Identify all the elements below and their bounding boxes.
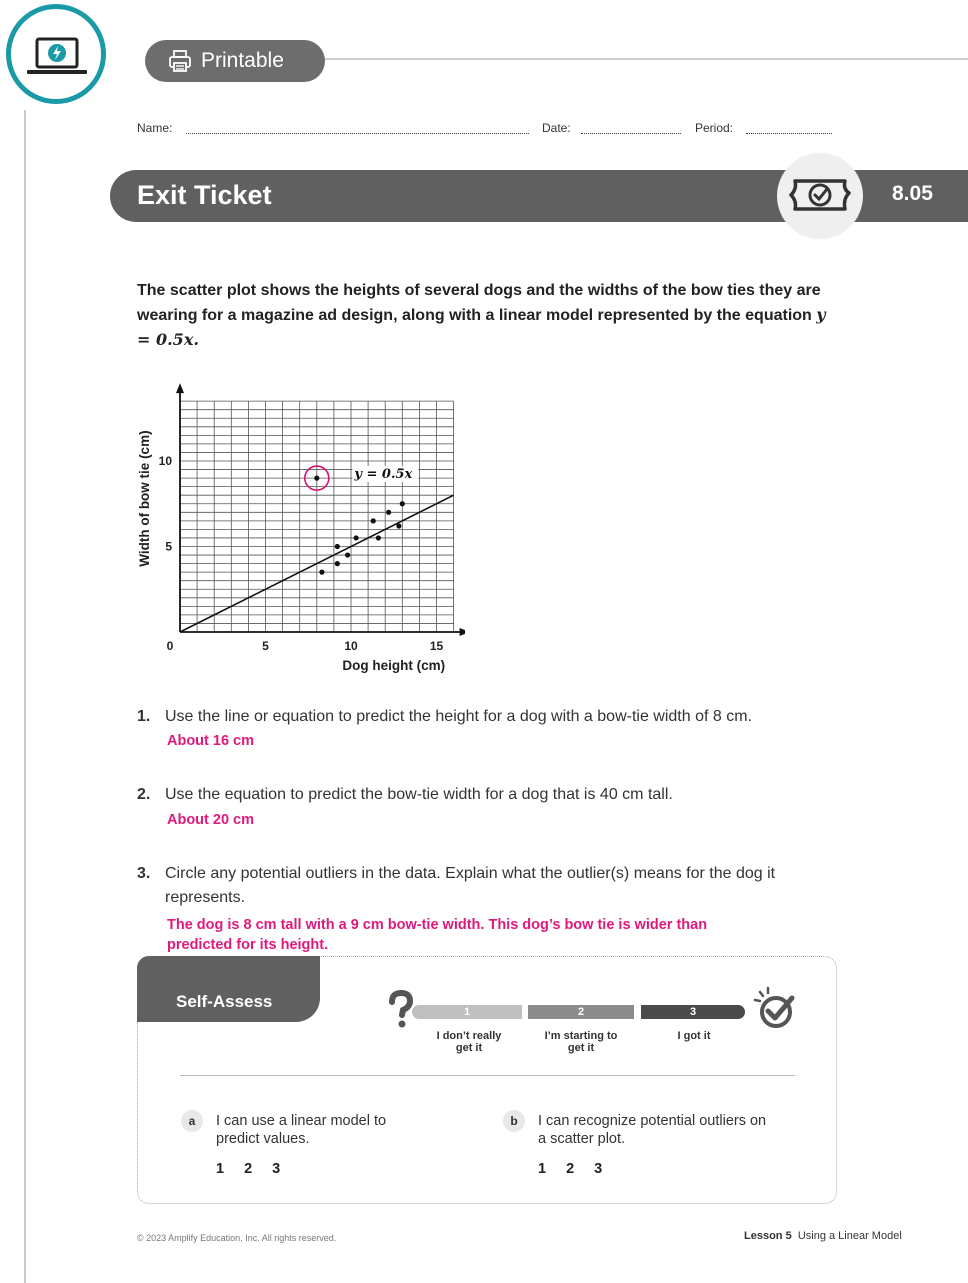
page-title: Exit Ticket: [137, 180, 272, 210]
scatter-plot: 0 5 10 15 5 10 Dog height (cm) Width of bow tie…: [137, 383, 465, 673]
left-margin-rule: [24, 110, 26, 1283]
rating-1[interactable]: 1: [538, 1161, 546, 1177]
data-point: [353, 535, 359, 541]
question-text: Circle any potential outliers in the dat…: [165, 865, 776, 906]
answer-2: About 20 cm: [167, 812, 255, 828]
lesson-title: Using a Linear Model: [797, 1230, 902, 1242]
x-tick-label: 10: [344, 639, 358, 653]
data-point: [314, 475, 320, 481]
period-label: Period:: [695, 121, 734, 135]
data-point: [370, 518, 376, 524]
printable-label: Printable: [201, 49, 284, 72]
question-number: 1.: [137, 708, 151, 725]
data-point: [334, 543, 340, 550]
item-a-letter: a: [181, 1110, 203, 1132]
data-point: [344, 552, 351, 558]
rating-3[interactable]: 3: [272, 1161, 280, 1177]
date-label: Date:: [542, 121, 571, 135]
x-axis-label: Dog height (cm): [342, 658, 445, 673]
question-text: Use the equation to predict the bow-tie …: [165, 786, 673, 803]
x-tick-label: 0: [167, 639, 174, 653]
answer-3: The dog is 8 cm tall with a 9 cm bow-tie…: [167, 917, 708, 953]
question-text: Use the line or equation to predict the …: [165, 708, 752, 725]
rating-2[interactable]: 2: [244, 1161, 252, 1177]
x-tick-label: 15: [430, 639, 444, 653]
rating-3[interactable]: 3: [594, 1161, 602, 1177]
item-b-ratings: 1 2 3: [538, 1161, 622, 1177]
lesson-footer: Lesson 5 Using a Linear Model: [744, 1230, 902, 1242]
scale-level-3: 3: [641, 1005, 745, 1019]
x-tick-label: 5: [262, 639, 269, 653]
item-a-statement: I can use a linear model to predict valu…: [216, 1113, 387, 1147]
question-1: 1. Use the line or equation to predict th…: [137, 705, 837, 729]
ticket-check-icon: [789, 179, 851, 211]
ticket-badge: [777, 153, 863, 239]
self-assess-title: Self-Assess: [176, 992, 273, 1011]
data-point: [399, 501, 405, 507]
x-axis-arrow: [459, 628, 465, 636]
question-number: 2.: [137, 786, 151, 803]
problem-prompt: The scatter plot shows the heights of se…: [137, 279, 827, 353]
self-assess-tab: [137, 956, 320, 1022]
data-point: [386, 509, 392, 515]
y-axis-label: Width of bow tie (cm): [137, 430, 152, 566]
y-tick-label: 10: [159, 454, 173, 468]
self-assess-divider: [180, 1075, 795, 1076]
sparkle-check-icon: [753, 986, 795, 1028]
period-field[interactable]: [746, 133, 832, 134]
scale-level-1: 1: [412, 1005, 522, 1019]
question-3: 3. Circle any potential outliers in the d…: [137, 862, 797, 910]
printable-badge[interactable]: Printable: [145, 40, 325, 82]
question-2: 2. Use the equation to predict the bow-ti…: [137, 783, 837, 807]
item-b-letter: b: [503, 1110, 525, 1132]
scale-caption-3: I got it: [677, 1030, 711, 1042]
data-point: [375, 535, 381, 541]
lesson-logo: [6, 4, 106, 104]
laptop-lightning-icon: [27, 37, 87, 74]
scale-caption-2: I’m starting to get it: [544, 1030, 618, 1054]
scale-level-2: 2: [528, 1005, 634, 1019]
answer-1: About 16 cm: [167, 733, 255, 749]
item-a-ratings: 1 2 3: [216, 1161, 300, 1177]
data-point: [334, 561, 340, 567]
name-label: Name:: [137, 121, 173, 135]
question-number: 3.: [137, 865, 151, 882]
scale-caption-1: I don’t really get it: [436, 1030, 502, 1054]
rating-1[interactable]: 1: [216, 1161, 224, 1177]
y-tick-label: 5: [165, 540, 172, 554]
data-point: [396, 523, 402, 529]
item-b-statement: I can recognize potential outliers on a …: [538, 1113, 767, 1147]
lesson-number: 8.05: [892, 182, 933, 205]
date-field[interactable]: [581, 133, 681, 134]
rating-2[interactable]: 2: [566, 1161, 574, 1177]
lesson-label: Lesson 5: [744, 1230, 792, 1242]
copyright: © 2023 Amplify Education, Inc. All right…: [137, 1233, 337, 1243]
name-field[interactable]: [186, 133, 529, 134]
y-axis-arrow: [176, 383, 184, 394]
printer-icon: [169, 50, 191, 72]
data-point: [319, 569, 325, 575]
line-label: y = 0.5x: [353, 467, 412, 482]
prompt-text: The scatter plot shows the heights of se…: [137, 282, 821, 324]
header-rule: [322, 58, 968, 60]
